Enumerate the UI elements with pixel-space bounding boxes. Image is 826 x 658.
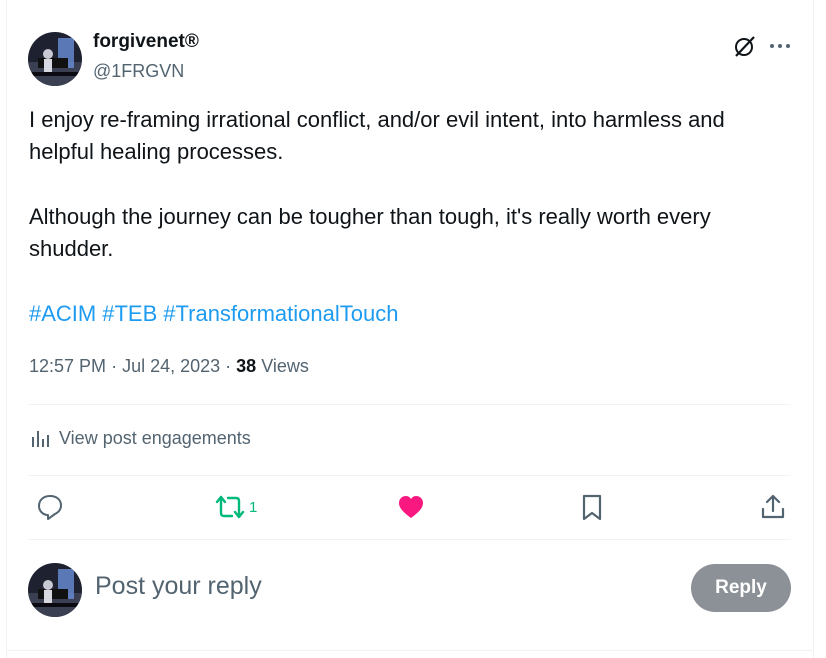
divider (6, 650, 814, 651)
bookmark-icon (582, 494, 602, 521)
reply-button[interactable]: Reply (691, 564, 791, 612)
repost-count: 1 (249, 498, 258, 516)
more-options-icon[interactable] (768, 34, 792, 58)
avatar[interactable] (28, 32, 82, 86)
post-text-line: I enjoy re-framing irrational conflict, … (29, 107, 725, 132)
divider (29, 475, 791, 476)
view-engagements-label: View post engagements (59, 427, 251, 448)
view-engagements-link[interactable]: View post engagements (29, 427, 251, 449)
heart-filled-icon (399, 496, 423, 518)
post-time[interactable]: 12:57 PM (29, 356, 106, 376)
reply-action-button[interactable] (36, 492, 64, 522)
author-handle[interactable]: @1FRGVN (93, 61, 184, 82)
share-action-button[interactable] (759, 492, 787, 522)
post-text-line: shudder. (29, 236, 114, 261)
reply-input[interactable]: Post your reply (95, 572, 262, 601)
post-text-paragraph-1: I enjoy re-framing irrational conflict, … (29, 104, 725, 168)
hashtag-link[interactable]: #TransformationalTouch (163, 301, 398, 326)
divider (29, 404, 791, 405)
author-display-name[interactable]: forgivenet® (93, 31, 199, 53)
views-label: Views (261, 356, 309, 376)
post-text-line: helpful healing processes. (29, 139, 284, 164)
post-text-line: Although the journey can be tougher than… (29, 204, 711, 229)
hashtag-list: #ACIM #TEB #TransformationalTouch (29, 298, 404, 330)
post-date[interactable]: Jul 24, 2023 (122, 356, 220, 376)
grok-icon[interactable] (733, 34, 757, 58)
hashtag-link[interactable]: #TEB (102, 301, 157, 326)
repost-action-button[interactable]: 1 (215, 492, 257, 522)
reply-icon (38, 495, 62, 520)
like-action-button[interactable] (397, 492, 425, 522)
share-icon (761, 494, 785, 519)
analytics-icon (32, 431, 49, 447)
post-text-paragraph-2: Although the journey can be tougher than… (29, 201, 711, 265)
post-metadata: 12:57 PM · Jul 24, 2023 · 38 Views (29, 356, 309, 376)
divider (29, 539, 791, 540)
repost-icon (215, 495, 245, 519)
current-user-avatar[interactable] (28, 563, 82, 617)
views-count: 38 (236, 356, 257, 376)
bookmark-action-button[interactable] (579, 492, 605, 522)
hashtag-link[interactable]: #ACIM (29, 301, 96, 326)
